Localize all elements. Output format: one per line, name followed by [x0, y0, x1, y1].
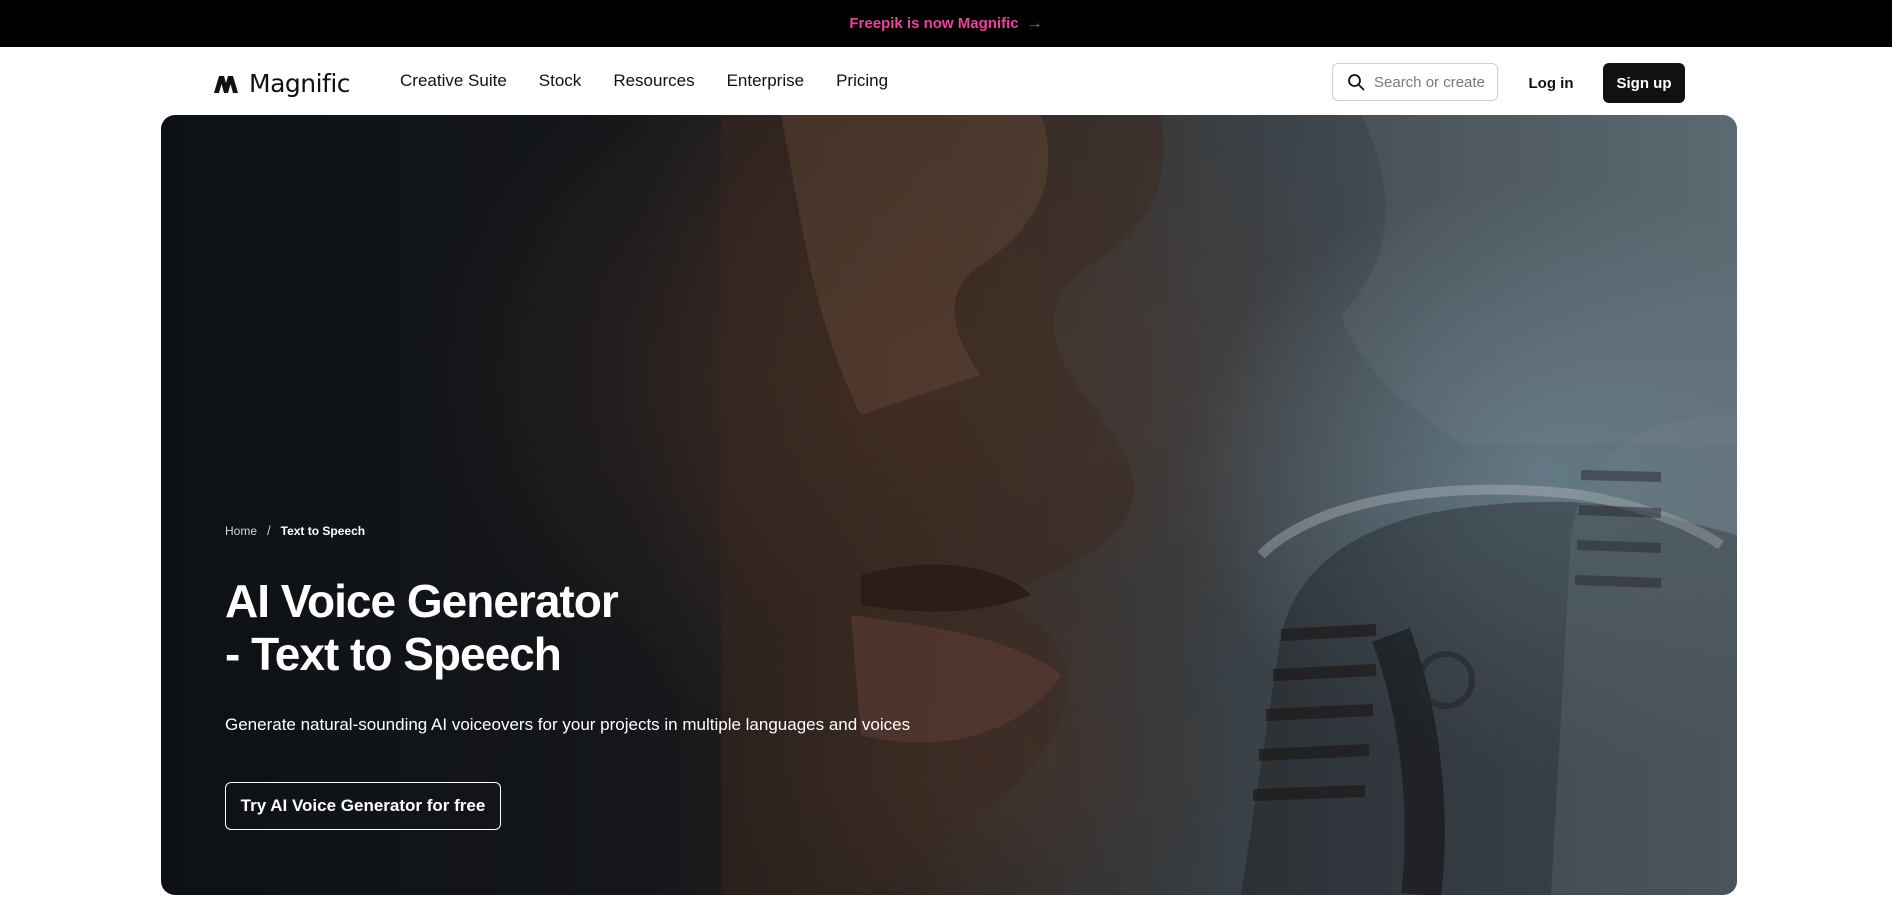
arrow-right-icon: → — [1026, 14, 1043, 32]
breadcrumb-home[interactable]: Home — [225, 524, 257, 538]
page-title: AI Voice Generator - Text to Speech — [225, 575, 745, 681]
nav-item-creative-suite[interactable]: Creative Suite — [400, 71, 507, 91]
logo[interactable]: Magnific — [213, 69, 351, 98]
logo-text: Magnific — [249, 69, 351, 98]
announcement-link[interactable]: Freepik is now Magnific → — [849, 15, 1042, 33]
nav-item-resources[interactable]: Resources — [613, 71, 694, 91]
magnific-logo-icon — [214, 75, 238, 93]
page-subtitle: Generate natural-sounding AI voiceovers … — [225, 715, 911, 734]
breadcrumb: Home / Text to Speech — [225, 523, 365, 538]
try-voice-generator-button[interactable]: Try AI Voice Generator for free — [225, 782, 501, 830]
nav-menu: Creative Suite Stock Resources Enterpris… — [400, 71, 888, 91]
search-box[interactable] — [1332, 63, 1498, 101]
nav-item-stock[interactable]: Stock — [539, 71, 582, 91]
nav-item-pricing[interactable]: Pricing — [836, 71, 888, 91]
login-button[interactable]: Log in — [1510, 63, 1592, 103]
microphone-illustration — [721, 115, 1737, 895]
breadcrumb-current: Text to Speech — [280, 523, 366, 538]
title-line-1: AI Voice Generator — [225, 575, 619, 627]
signup-button[interactable]: Sign up — [1603, 63, 1685, 103]
announcement-bar: Freepik is now Magnific → — [0, 0, 1892, 47]
search-input[interactable] — [1374, 73, 1492, 91]
title-line-2: - Text to Speech — [225, 628, 562, 680]
hero-banner: Home / Text to Speech AI Voice Generator… — [161, 115, 1737, 895]
announcement-text: Freepik is now Magnific — [849, 15, 1019, 32]
nav-item-enterprise[interactable]: Enterprise — [727, 71, 804, 91]
search-icon — [1348, 74, 1365, 91]
breadcrumb-separator: / — [267, 523, 271, 538]
main-navigation: Magnific Creative Suite Stock Resources … — [0, 47, 1892, 115]
